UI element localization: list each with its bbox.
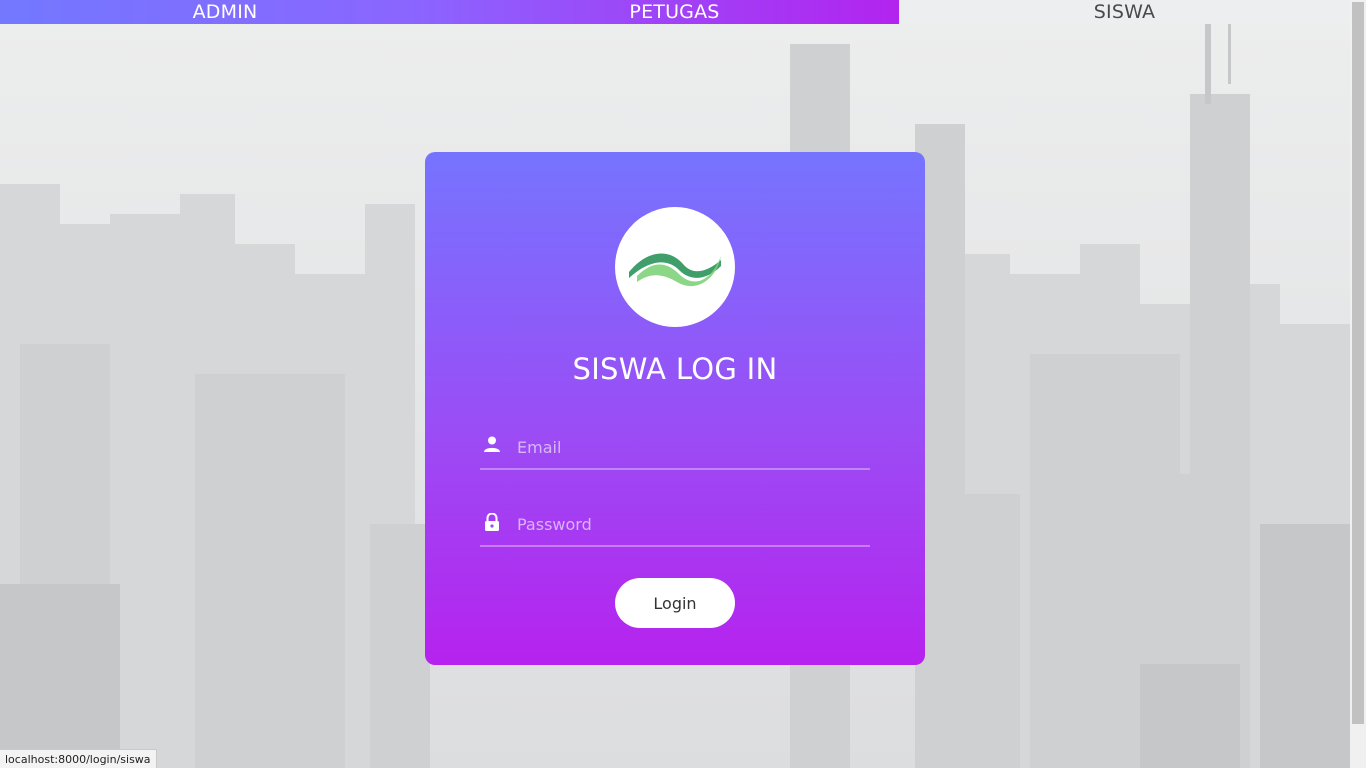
email-input[interactable]	[517, 430, 867, 464]
user-icon	[484, 436, 500, 454]
login-title: SISWA LOG IN	[572, 352, 778, 386]
wave-logo-icon	[615, 207, 735, 327]
scrollbar-thumb[interactable]	[1352, 2, 1364, 724]
tab-petugas[interactable]: PETUGAS	[450, 0, 899, 24]
password-input[interactable]	[517, 507, 867, 541]
status-url: localhost:8000/login/siswa	[0, 749, 157, 768]
tab-admin[interactable]: ADMIN	[0, 0, 450, 24]
top-nav: ADMIN PETUGAS SISWA	[0, 0, 1350, 24]
tab-siswa[interactable]: SISWA	[899, 0, 1350, 24]
email-field-row	[480, 428, 870, 470]
password-field-row	[480, 505, 870, 547]
nav-gradient-bar: ADMIN PETUGAS	[0, 0, 899, 24]
login-button[interactable]: Login	[615, 578, 735, 628]
lock-icon	[484, 512, 500, 531]
login-card: SISWA LOG IN Login	[425, 152, 925, 665]
page-scrollbar[interactable]	[1350, 0, 1366, 768]
